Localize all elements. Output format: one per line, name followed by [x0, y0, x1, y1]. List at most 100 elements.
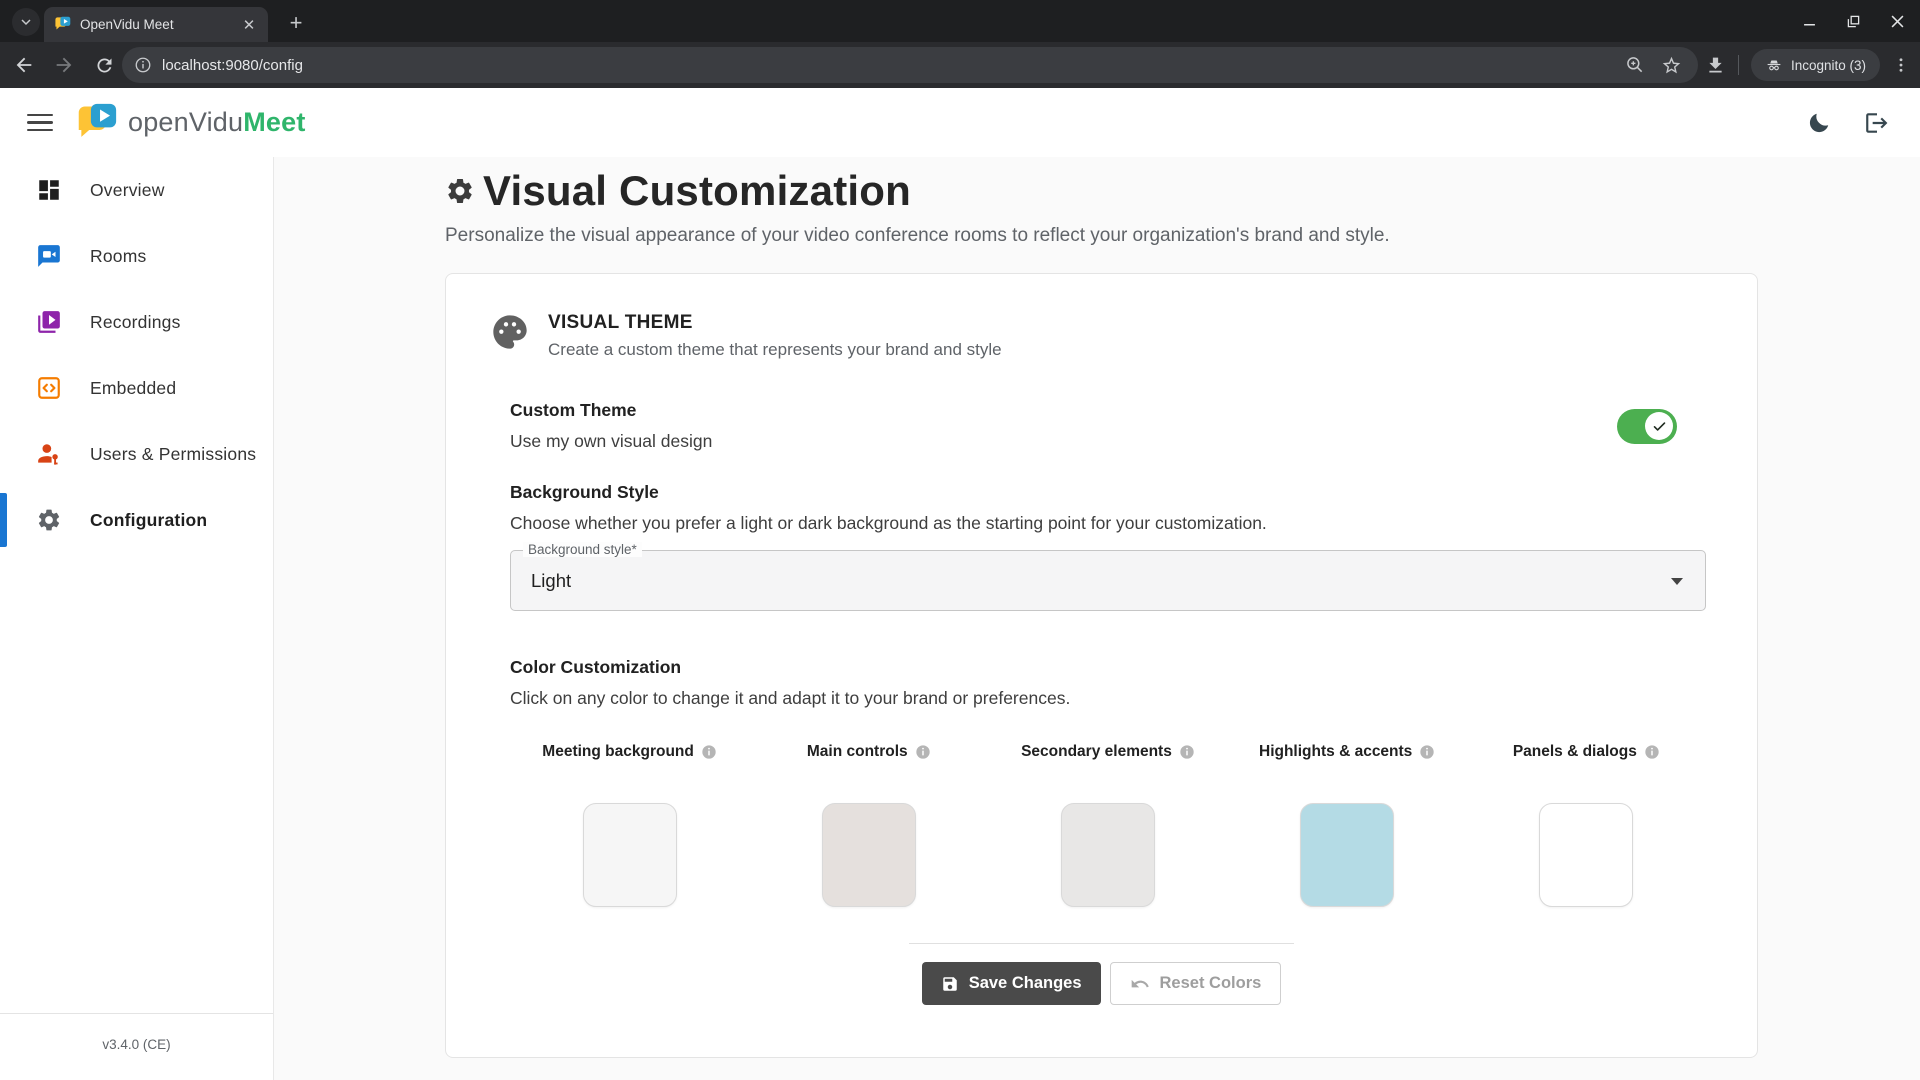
swatch-label: Main controls — [807, 743, 908, 761]
sidebar-item-label: Overview — [90, 180, 165, 201]
color-swatch[interactable] — [1061, 803, 1155, 907]
toolbar-separator — [1738, 55, 1739, 75]
tab-search-button[interactable] — [12, 8, 40, 36]
check-icon — [1652, 419, 1667, 434]
select-floating-label: Background style* — [523, 542, 642, 557]
tab-title: OpenVidu Meet — [80, 17, 231, 32]
save-changes-label: Save Changes — [969, 974, 1082, 993]
sidebar-item-recordings[interactable]: Recordings — [0, 289, 273, 355]
logout-button[interactable] — [1858, 104, 1896, 142]
video-library-icon — [36, 309, 62, 335]
sidebar-item-rooms[interactable]: Rooms — [0, 223, 273, 289]
sidebar-item-overview[interactable]: Overview — [0, 157, 273, 223]
site-info-icon[interactable] — [134, 56, 152, 74]
sidebar-item-label: Rooms — [90, 246, 146, 267]
swatch-meeting-background: Meeting background — [510, 743, 749, 907]
swatch-label: Secondary elements — [1021, 743, 1172, 761]
actions-divider — [909, 943, 1294, 944]
save-icon — [941, 975, 959, 993]
window-close-button[interactable] — [1882, 6, 1912, 36]
toggle-knob — [1645, 412, 1673, 440]
swatch-label: Meeting background — [542, 743, 694, 761]
openvidu-favicon — [54, 16, 71, 33]
incognito-label: Incognito (3) — [1791, 58, 1866, 73]
logo-text-accent: Meet — [243, 107, 305, 137]
download-icon[interactable] — [1705, 55, 1726, 76]
reload-button[interactable] — [88, 49, 120, 81]
reset-colors-button[interactable]: Reset Colors — [1110, 962, 1282, 1005]
browser-tab[interactable]: OpenVidu Meet ✕ — [44, 7, 268, 42]
app-version: v3.4.0 (CE) — [102, 1037, 170, 1052]
background-style-title: Background Style — [510, 482, 1713, 503]
app-header: openViduMeet — [0, 88, 1920, 157]
sidebar-item-users-permissions[interactable]: Users & Permissions — [0, 421, 273, 487]
custom-theme-toggle[interactable] — [1617, 409, 1677, 444]
background-style-description: Choose whether you prefer a light or dar… — [510, 513, 1713, 534]
color-swatch-grid: Meeting background Main controls Seconda… — [510, 743, 1706, 907]
gear-icon — [36, 507, 62, 533]
active-indicator — [0, 493, 7, 547]
sidebar-footer: v3.4.0 (CE) — [0, 1013, 273, 1080]
page-subtitle: Personalize the visual appearance of you… — [445, 225, 1920, 247]
url-text: localhost:9080/config — [162, 57, 1625, 74]
swatch-label: Panels & dialogs — [1513, 743, 1637, 761]
color-swatch[interactable] — [822, 803, 916, 907]
reset-colors-label: Reset Colors — [1160, 974, 1262, 993]
rooms-chat-icon — [36, 243, 62, 269]
browser-menu-icon[interactable] — [1892, 56, 1910, 74]
sidebar-nav: Overview Rooms Recordings Embedded Users… — [0, 157, 274, 1080]
section-title: VISUAL THEME — [548, 312, 1002, 334]
page-title-gear-icon — [445, 176, 475, 206]
visual-theme-card: VISUAL THEME Create a custom theme that … — [445, 273, 1758, 1058]
info-icon[interactable] — [701, 744, 717, 760]
sidebar-item-embedded[interactable]: Embedded — [0, 355, 273, 421]
swatch-label: Highlights & accents — [1259, 743, 1412, 761]
custom-theme-row: Custom Theme Use my own visual design — [510, 400, 1713, 452]
incognito-icon — [1765, 56, 1783, 74]
sidebar-item-label: Users & Permissions — [90, 444, 256, 465]
color-customization-description: Click on any color to change it and adap… — [510, 688, 1713, 709]
swatch-highlights-accents: Highlights & accents — [1228, 743, 1467, 907]
select-value: Light — [531, 570, 571, 592]
incognito-badge: Incognito (3) — [1751, 49, 1880, 81]
window-restore-button[interactable] — [1838, 6, 1868, 36]
background-style-block: Background Style Choose whether you pref… — [510, 482, 1713, 611]
back-button[interactable] — [8, 49, 40, 81]
dark-mode-button[interactable] — [1800, 104, 1838, 142]
color-swatch[interactable] — [1300, 803, 1394, 907]
chevron-down-icon — [20, 16, 32, 28]
color-swatch[interactable] — [583, 803, 677, 907]
background-style-select[interactable]: Background style* Light — [510, 550, 1706, 611]
tab-close-icon[interactable]: ✕ — [240, 16, 258, 34]
swatch-secondary-elements: Secondary elements — [988, 743, 1227, 907]
window-minimize-button[interactable] — [1794, 6, 1824, 36]
info-icon[interactable] — [1179, 744, 1195, 760]
openvidu-logo-icon — [76, 103, 118, 143]
swatch-main-controls: Main controls — [749, 743, 988, 907]
address-bar[interactable]: localhost:9080/config — [122, 47, 1698, 83]
undo-icon — [1130, 974, 1150, 994]
palette-icon — [490, 312, 530, 352]
save-changes-button[interactable]: Save Changes — [922, 962, 1101, 1005]
moon-icon — [1806, 110, 1832, 136]
page-title: Visual Customization — [483, 167, 911, 215]
logo-text-primary: openVidu — [128, 107, 243, 137]
new-tab-button[interactable]: + — [282, 9, 310, 37]
zoom-icon[interactable] — [1625, 55, 1645, 75]
info-icon[interactable] — [1419, 744, 1435, 760]
browser-tab-bar: OpenVidu Meet ✕ + — [0, 0, 1920, 42]
menu-toggle-button[interactable] — [18, 101, 62, 145]
sidebar-item-configuration[interactable]: Configuration — [0, 487, 273, 553]
forward-button[interactable] — [48, 49, 80, 81]
color-swatch[interactable] — [1539, 803, 1633, 907]
sidebar-item-label: Recordings — [90, 312, 181, 333]
bookmark-star-icon[interactable] — [1661, 55, 1682, 76]
sidebar-item-label: Configuration — [90, 510, 207, 531]
info-icon[interactable] — [915, 744, 931, 760]
info-icon[interactable] — [1644, 744, 1660, 760]
dropdown-caret-icon — [1671, 578, 1683, 585]
code-icon — [36, 375, 62, 401]
dashboard-icon — [36, 177, 62, 203]
custom-theme-title: Custom Theme — [510, 400, 712, 421]
person-key-icon — [36, 441, 62, 467]
